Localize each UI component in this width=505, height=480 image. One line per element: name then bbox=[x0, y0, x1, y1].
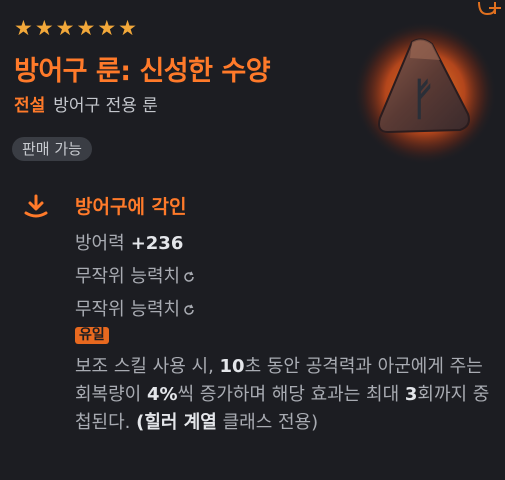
engrave-section-title: 방어구에 각인 bbox=[75, 196, 187, 218]
refresh-icon bbox=[184, 304, 194, 315]
random-stat-label: 무작위 능력치 bbox=[75, 299, 181, 320]
item-name: 방어구 룬: 신성한 수양 bbox=[14, 56, 271, 87]
item-subtitle: 전설 방어구 전용 룬 bbox=[14, 91, 158, 116]
unique-tag: 유일 bbox=[75, 327, 109, 344]
star-icon: ★ bbox=[118, 16, 137, 40]
star-icon: ★ bbox=[76, 16, 96, 40]
star-icon: ★ bbox=[55, 16, 75, 40]
item-subtype: 방어구 전용 룬 bbox=[53, 96, 158, 116]
star-icon: ★ bbox=[34, 16, 54, 40]
refresh-icon bbox=[184, 271, 194, 282]
star-rating: ★ ★ ★ ★ ★ ★ bbox=[14, 17, 137, 39]
item-grade: 전설 bbox=[14, 96, 46, 116]
engrave-icon bbox=[24, 194, 48, 218]
rune-icon: ᚠ bbox=[350, 18, 500, 168]
defense-label: 방어력 bbox=[75, 233, 125, 254]
random-stat-row: 무작위 능력치 bbox=[75, 295, 195, 321]
sellable-badge: 판매 가능 bbox=[12, 137, 92, 161]
star-icon: ★ bbox=[14, 16, 33, 40]
svg-text:ᚠ: ᚠ bbox=[410, 74, 436, 125]
defense-stat: 방어력 +236 bbox=[75, 229, 183, 255]
random-stat-row: 무작위 능력치 bbox=[75, 262, 195, 288]
defense-value: +236 bbox=[130, 233, 184, 254]
effect-description: 보조 스킬 사용 시, 10초 동안 공격력과 아군에게 주는 회복량이 4%씩… bbox=[75, 356, 490, 433]
star-icon: ★ bbox=[97, 16, 117, 40]
random-stat-label: 무작위 능력치 bbox=[75, 266, 181, 287]
